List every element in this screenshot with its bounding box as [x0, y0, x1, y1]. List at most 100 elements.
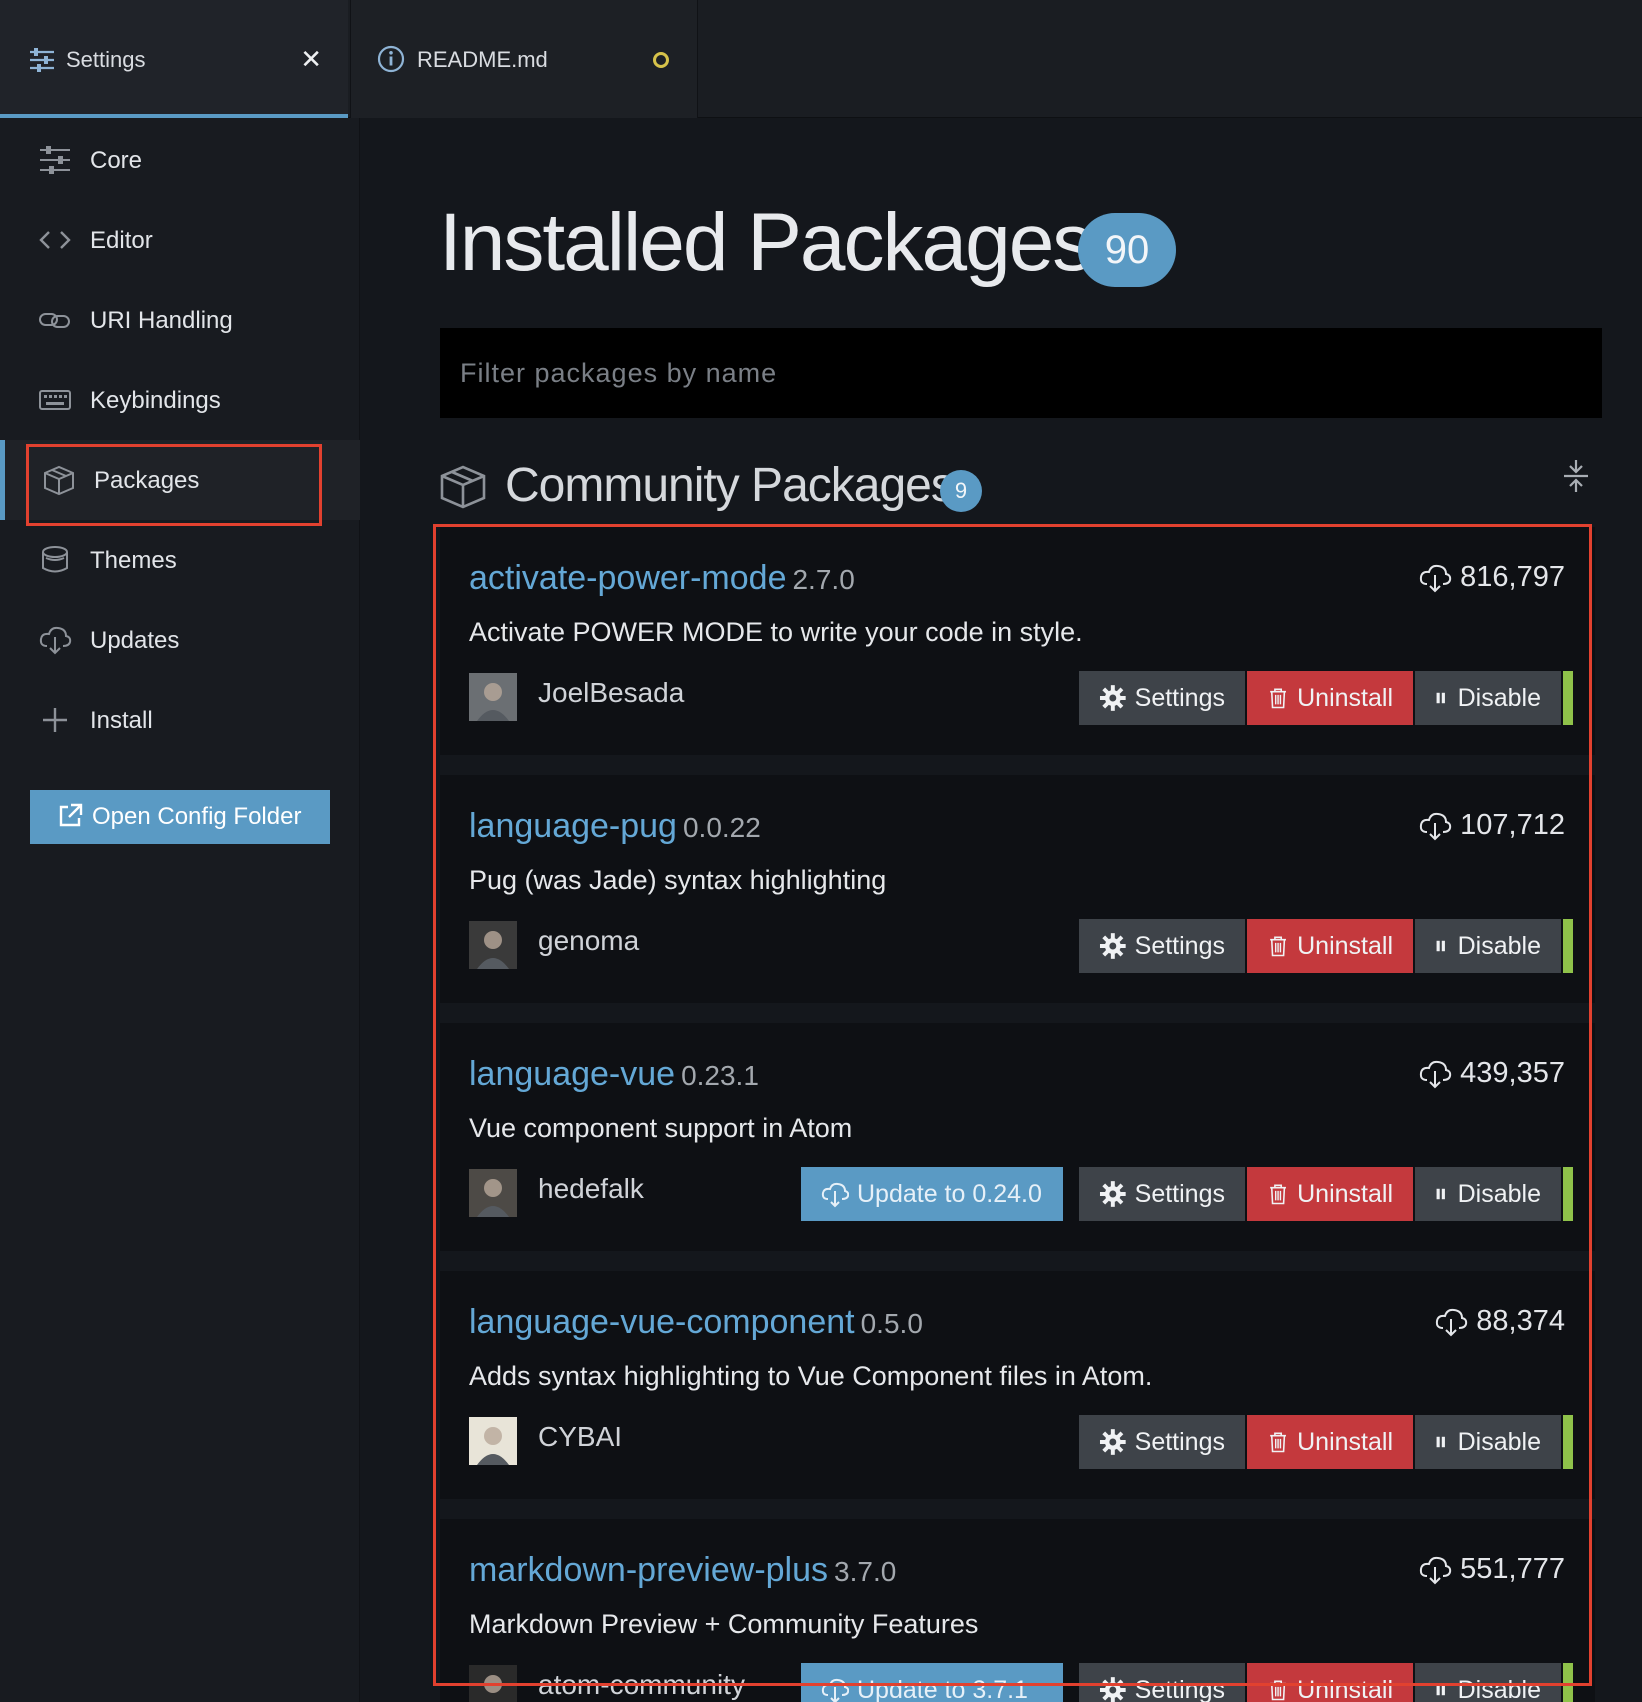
disable-label: Disable [1457, 1179, 1541, 1208]
cloud-download-icon [1436, 1308, 1468, 1336]
sidebar-item-label: Themes [90, 547, 177, 574]
package-author[interactable]: genoma [538, 925, 639, 957]
sidebar-item-updates[interactable]: Updates [0, 600, 360, 680]
disable-label: Disable [1457, 1427, 1541, 1456]
package-description: Pug (was Jade) syntax highlighting [469, 865, 887, 895]
package-card[interactable]: markdown-preview-plus 3.7.0 551,777 Markd… [440, 1519, 1595, 1702]
info-icon [377, 45, 405, 73]
package-card[interactable]: language-pug 0.0.22 107,712 Pug (was Jade… [440, 775, 1595, 1003]
settings-label: Settings [1134, 683, 1225, 712]
trash-icon [1270, 1432, 1286, 1453]
sidebar-item-label: Updates [90, 627, 180, 654]
open-config-folder-label: Open Config Folder [92, 803, 302, 830]
update-label: Update to 0.24.0 [857, 1179, 1042, 1208]
cloud-download-icon [39, 626, 72, 655]
sidebar-item-label: Packages [94, 467, 200, 494]
package-name-link[interactable]: language-vue-component 0.5.0 [469, 1303, 923, 1342]
uninstall-button[interactable]: Uninstall [1247, 1167, 1413, 1221]
uninstall-button[interactable]: Uninstall [1247, 1663, 1413, 1702]
fold-icon[interactable] [1561, 458, 1591, 494]
avatar[interactable] [469, 1417, 517, 1465]
settings-label: Settings [1134, 1179, 1225, 1208]
settings-button[interactable]: Settings [1079, 1167, 1245, 1221]
uninstall-label: Uninstall [1297, 1427, 1393, 1456]
trash-icon [1270, 1680, 1286, 1701]
download-count: 551,777 [1418, 1553, 1565, 1586]
tab-readme[interactable]: README.md [350, 0, 698, 118]
disable-button[interactable]: Disable [1415, 1167, 1561, 1221]
package-name-link[interactable]: language-pug 0.0.22 [469, 807, 761, 846]
package-icon [440, 465, 486, 509]
download-count: 816,797 [1418, 561, 1565, 594]
sidebar-item-uri-handling[interactable]: URI Handling [0, 280, 360, 360]
package-name-link[interactable]: language-vue 0.23.1 [469, 1055, 759, 1094]
download-count: 88,374 [1434, 1305, 1565, 1338]
uninstall-button[interactable]: Uninstall [1247, 919, 1413, 973]
package-author[interactable]: atom-community [538, 1669, 745, 1701]
sidebar-item-keybindings[interactable]: Keybindings [0, 360, 360, 440]
avatar[interactable] [469, 673, 517, 721]
package-card[interactable]: activate-power-mode 2.7.0 816,797 Activat… [440, 527, 1595, 755]
filter-packages-input[interactable] [440, 328, 1602, 418]
avatar[interactable] [469, 1169, 517, 1217]
settings-button[interactable]: Settings [1079, 1415, 1245, 1469]
enabled-indicator [1563, 671, 1573, 725]
avatar[interactable] [469, 1665, 517, 1702]
package-author[interactable]: JoelBesada [538, 677, 684, 709]
package-name-link[interactable]: activate-power-mode 2.7.0 [469, 559, 855, 598]
disable-label: Disable [1457, 931, 1541, 960]
settings-sidebar: Core Editor URI Handling Keybindings Pac… [0, 118, 360, 1702]
package-name-link[interactable]: markdown-preview-plus 3.7.0 [469, 1551, 896, 1590]
sidebar-item-label: URI Handling [90, 307, 233, 334]
enabled-indicator [1563, 1663, 1573, 1702]
cloud-download-icon [1420, 812, 1452, 840]
sidebar-item-core[interactable]: Core [0, 120, 360, 200]
package-card[interactable]: language-vue-component 0.5.0 88,374 Adds … [440, 1271, 1595, 1499]
uninstall-button[interactable]: Uninstall [1247, 1415, 1413, 1469]
download-count-value: 88,374 [1476, 1305, 1565, 1337]
disable-label: Disable [1457, 683, 1541, 712]
disable-button[interactable]: Disable [1415, 919, 1561, 973]
enabled-indicator [1563, 1415, 1573, 1469]
download-count-value: 551,777 [1460, 1553, 1565, 1585]
package-name: markdown-preview-plus [469, 1551, 829, 1589]
download-count-value: 107,712 [1460, 809, 1565, 841]
sidebar-item-themes[interactable]: Themes [0, 520, 360, 600]
uninstall-button[interactable]: Uninstall [1247, 671, 1413, 725]
sidebar-item-packages[interactable]: Packages [0, 440, 360, 520]
settings-button[interactable]: Settings [1079, 1663, 1245, 1702]
settings-button[interactable]: Settings [1079, 919, 1245, 973]
update-button[interactable]: Update to 3.7.1 [801, 1663, 1063, 1702]
sidebar-item-install[interactable]: Install [0, 680, 360, 760]
package-card[interactable]: language-vue 0.23.1 439,357 Vue component… [440, 1023, 1595, 1251]
settings-button[interactable]: Settings [1079, 671, 1245, 725]
tab-label: README.md [417, 47, 548, 72]
gear-icon [1099, 933, 1126, 959]
sidebar-item-label: Keybindings [90, 387, 221, 414]
open-config-folder-button[interactable]: Open Config Folder [30, 790, 330, 844]
sidebar-item-editor[interactable]: Editor [0, 200, 360, 280]
sidebar-item-label: Core [90, 147, 143, 174]
pause-icon [1436, 1436, 1445, 1448]
download-count: 439,357 [1418, 1057, 1565, 1090]
keyboard-icon [39, 390, 71, 410]
avatar[interactable] [469, 921, 517, 969]
update-label: Update to 3.7.1 [857, 1675, 1028, 1702]
tab-settings[interactable]: Settings ✕ [0, 0, 348, 118]
uninstall-label: Uninstall [1297, 1675, 1393, 1702]
disable-button[interactable]: Disable [1415, 1663, 1561, 1702]
package-version: 3.7.0 [834, 1556, 897, 1587]
disable-button[interactable]: Disable [1415, 1415, 1561, 1469]
package-description: Activate POWER MODE to write your code i… [469, 617, 1083, 647]
disable-button[interactable]: Disable [1415, 671, 1561, 725]
paintcan-icon [42, 546, 68, 573]
package-actions: Update to 0.24.0 Settings Uninstall Disa… [801, 1167, 1573, 1221]
enabled-indicator [1563, 919, 1573, 973]
update-button[interactable]: Update to 0.24.0 [801, 1167, 1063, 1221]
package-author[interactable]: CYBAI [538, 1421, 622, 1453]
close-icon[interactable]: ✕ [300, 44, 322, 75]
code-icon [39, 231, 71, 249]
section-title: Community Packages [505, 459, 955, 512]
package-author[interactable]: hedefalk [538, 1173, 644, 1205]
disable-label: Disable [1457, 1675, 1541, 1702]
